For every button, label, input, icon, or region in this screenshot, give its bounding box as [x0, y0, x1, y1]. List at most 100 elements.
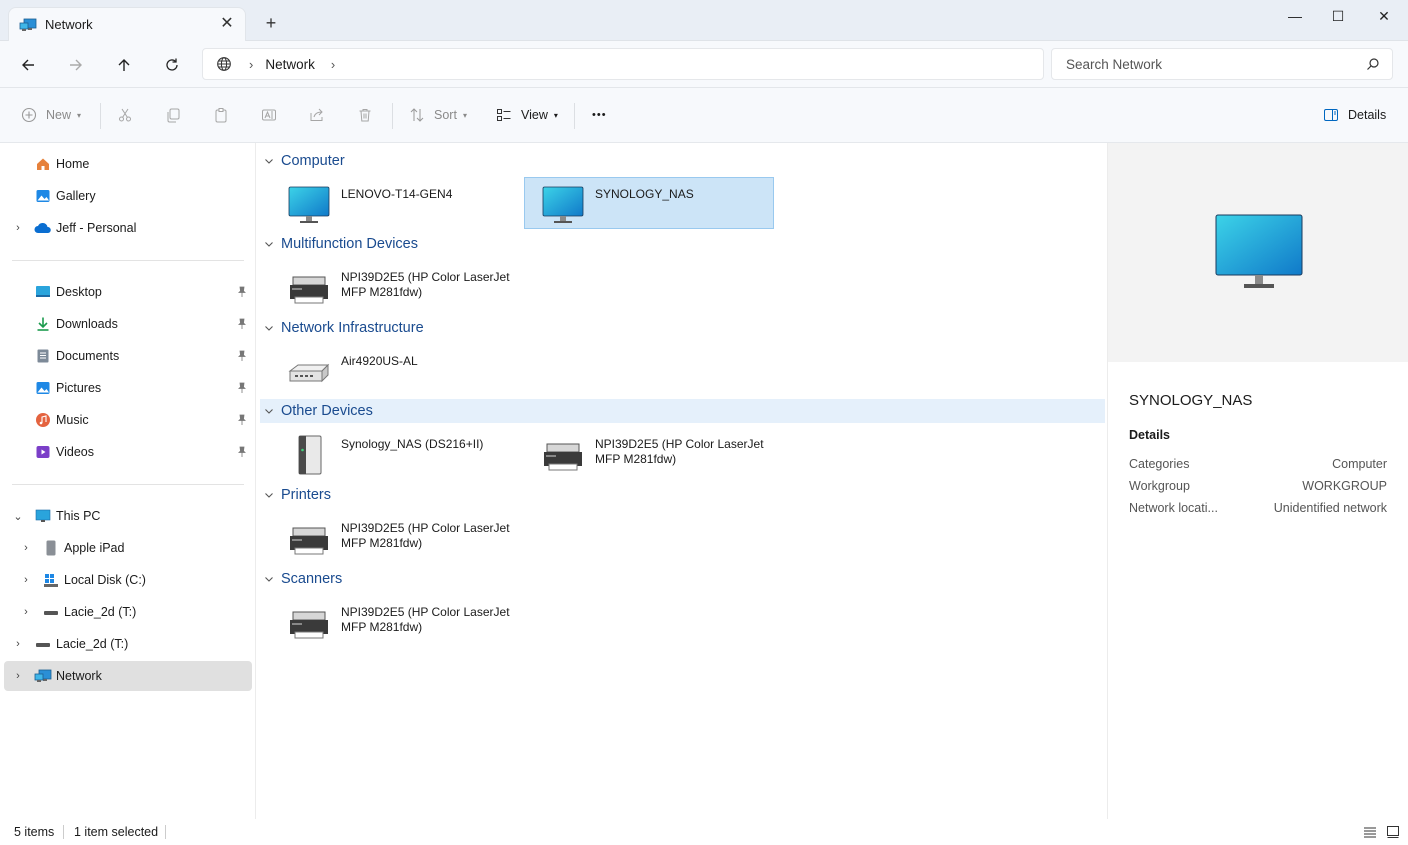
monitor-icon [541, 184, 585, 226]
breadcrumb-chevron-icon[interactable]: › [249, 57, 253, 72]
item-label: NPI39D2E5 (HP Color LaserJet MFP M281fdw… [595, 437, 764, 466]
breadcrumb-chevron-icon[interactable]: › [331, 57, 335, 72]
nav-item-videos[interactable]: Videos [4, 437, 252, 467]
forward-button[interactable] [64, 53, 88, 77]
view-button[interactable]: View ▾ [495, 104, 558, 126]
item-printer-other[interactable]: NPI39D2E5 (HP Color LaserJet MFP M281fdw… [524, 427, 774, 479]
nav-item-local-disk[interactable]: › Local Disk (C:) [4, 565, 252, 595]
address-bar[interactable]: › Network › [202, 48, 1044, 80]
chevron-right-icon[interactable]: › [20, 542, 32, 554]
nav-item-documents[interactable]: Documents [4, 341, 252, 371]
details-view-icon[interactable] [1363, 825, 1377, 839]
printer-icon [287, 602, 331, 644]
monitor-icon [287, 184, 331, 226]
minimize-button[interactable]: — [1275, 6, 1315, 26]
item-printer-mfp[interactable]: NPI39D2E5 (HP Color LaserJet MFP M281fdw… [270, 260, 520, 312]
printer-icon [541, 434, 585, 476]
chevron-right-icon[interactable]: › [20, 574, 32, 586]
details-section-label: Details [1129, 428, 1170, 442]
nav-item-home[interactable]: Home [4, 149, 252, 179]
scissors-icon [116, 106, 134, 124]
nav-item-pictures[interactable]: Pictures [4, 373, 252, 403]
breadcrumb-network[interactable]: Network [265, 57, 315, 72]
back-button[interactable] [16, 53, 40, 77]
nav-label: Videos [56, 445, 94, 459]
nav-item-apple-ipad[interactable]: › Apple iPad [4, 533, 252, 563]
nav-label: Downloads [56, 317, 118, 331]
tab-network[interactable]: Network ✕ [8, 7, 246, 41]
nav-item-network[interactable]: › Network [4, 661, 252, 691]
divider [392, 103, 393, 129]
group-header-infrastructure[interactable]: Network Infrastructure [260, 316, 1105, 340]
item-scanner[interactable]: NPI39D2E5 (HP Color LaserJet MFP M281fdw… [270, 595, 520, 647]
delete-button[interactable] [356, 104, 374, 126]
title-bar: Network ✕ + — ☐ ✕ [0, 0, 1408, 41]
item-printer[interactable]: NPI39D2E5 (HP Color LaserJet MFP M281fdw… [270, 511, 520, 563]
group-header-computer[interactable]: Computer [260, 149, 1105, 173]
chevron-right-icon[interactable]: › [12, 222, 24, 234]
new-tab-button[interactable]: + [262, 14, 280, 32]
item-lenovo[interactable]: LENOVO-T14-GEN4 [270, 177, 520, 229]
chevron-right-icon[interactable]: › [12, 638, 24, 650]
group-title: Scanners [281, 571, 343, 587]
nav-item-this-pc[interactable]: ⌄ This PC [4, 501, 252, 531]
gallery-icon [34, 187, 52, 205]
search-icon[interactable] [1366, 57, 1380, 71]
copy-icon [164, 106, 182, 124]
pin-icon[interactable] [236, 350, 248, 362]
nav-label: Lacie_2d (T:) [64, 605, 137, 619]
group-header-other-devices[interactable]: Other Devices [260, 399, 1105, 423]
paste-button[interactable] [212, 104, 230, 126]
chevron-down-icon [264, 239, 274, 249]
up-button[interactable] [112, 53, 136, 77]
close-tab-icon[interactable]: ✕ [219, 16, 235, 32]
group-title: Other Devices [281, 403, 373, 419]
pin-icon[interactable] [236, 446, 248, 458]
item-router[interactable]: Air4920US-AL [270, 344, 520, 396]
chevron-down-icon: ▾ [77, 110, 82, 120]
pin-icon[interactable] [236, 414, 248, 426]
video-icon [34, 443, 52, 461]
sort-icon [408, 106, 426, 124]
sort-button[interactable]: Sort ▾ [408, 104, 467, 126]
item-label: NPI39D2E5 (HP Color LaserJet MFP M281fdw… [341, 521, 510, 550]
search-input[interactable] [1066, 56, 1356, 72]
item-synology-device[interactable]: Synology_NAS (DS216+II) [270, 427, 520, 479]
plus-circle-icon [20, 106, 38, 124]
share-button[interactable] [308, 104, 326, 126]
cloud-icon [34, 219, 52, 237]
refresh-button[interactable] [160, 53, 184, 77]
new-button[interactable]: New ▾ [20, 104, 81, 126]
nav-item-downloads[interactable]: Downloads [4, 309, 252, 339]
view-label: View [521, 108, 548, 122]
nav-item-lacie-root[interactable]: › Lacie_2d (T:) [4, 629, 252, 659]
group-header-multifunction[interactable]: Multifunction Devices [260, 232, 1105, 256]
nav-item-gallery[interactable]: Gallery [4, 181, 252, 211]
item-label: NPI39D2E5 (HP Color LaserJet MFP M281fdw… [341, 605, 510, 634]
detail-value: Unidentified network [1273, 501, 1387, 515]
close-window-button[interactable]: ✕ [1364, 6, 1404, 26]
cut-button[interactable] [116, 104, 134, 126]
pictures-icon [34, 379, 52, 397]
group-header-printers[interactable]: Printers [260, 483, 1105, 507]
copy-button[interactable] [164, 104, 182, 126]
rename-button[interactable] [260, 104, 278, 126]
more-options-button[interactable]: ••• [592, 104, 607, 126]
nav-item-desktop[interactable]: Desktop [4, 277, 252, 307]
chevron-right-icon[interactable]: › [20, 606, 32, 618]
nav-item-onedrive[interactable]: › Jeff - Personal [4, 213, 252, 243]
pin-icon[interactable] [236, 382, 248, 394]
group-header-scanners[interactable]: Scanners [260, 567, 1105, 591]
detail-key: Workgroup [1129, 479, 1190, 493]
search-box[interactable] [1051, 48, 1393, 80]
item-synology-nas[interactable]: SYNOLOGY_NAS [524, 177, 774, 229]
details-pane-button[interactable]: Details [1322, 104, 1386, 126]
pin-icon[interactable] [236, 318, 248, 330]
nav-item-music[interactable]: Music [4, 405, 252, 435]
tiles-view-icon[interactable] [1386, 825, 1400, 839]
nav-item-lacie-sub[interactable]: › Lacie_2d (T:) [4, 597, 252, 627]
chevron-right-icon[interactable]: › [12, 670, 24, 682]
maximize-button[interactable]: ☐ [1318, 6, 1358, 26]
chevron-down-icon[interactable]: ⌄ [12, 510, 24, 523]
pin-icon[interactable] [236, 286, 248, 298]
